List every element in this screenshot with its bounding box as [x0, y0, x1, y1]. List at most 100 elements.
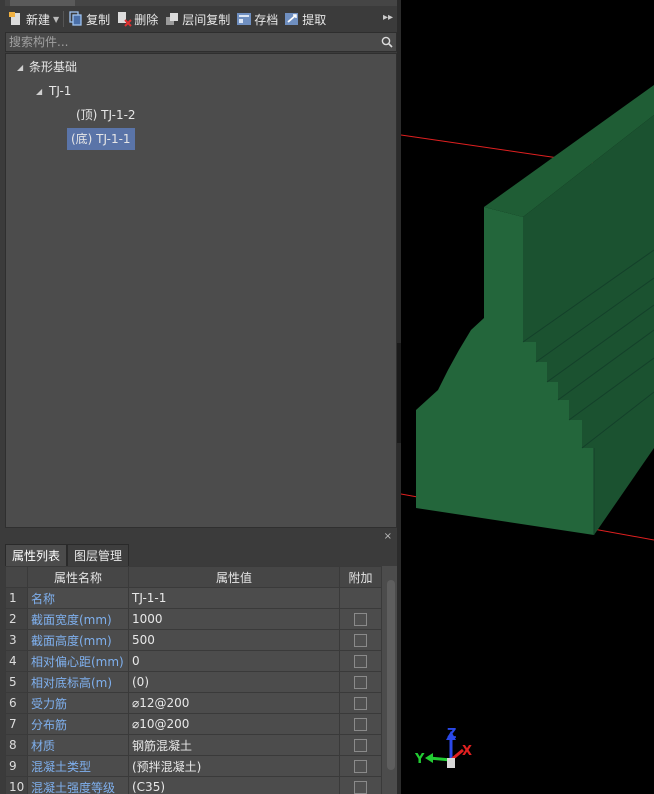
property-name: 名称 [27, 587, 129, 609]
tree-leaf-bottom-selected[interactable]: (底) TJ-1-1 [67, 128, 135, 150]
extra-checkbox[interactable] [354, 676, 367, 689]
floor-copy-icon [166, 13, 179, 25]
row-index: 10 [5, 776, 28, 794]
header-extra: 附加 [339, 566, 382, 588]
property-value[interactable]: 500 [128, 629, 340, 651]
toolbar-overflow-icon[interactable]: ▸▸ [383, 12, 393, 23]
table-row[interactable]: 1 名称 TJ-1-1 [5, 587, 382, 609]
collapse-arrow-icon[interactable]: ◢ [17, 63, 23, 72]
extract-button[interactable]: 提取 [281, 7, 329, 31]
row-index: 1 [5, 587, 28, 609]
property-value[interactable]: 钢筋混凝土 [128, 734, 340, 756]
property-name: 截面高度(mm) [27, 629, 129, 651]
left-panel: 新建 ▼ 复制 删除 层间复制 存档 提取 ▸▸ 搜索构件... ◢ 条形基础 … [0, 0, 400, 794]
property-name: 分布筋 [27, 713, 129, 735]
table-header-row: 属性名称 属性值 附加 [5, 566, 382, 588]
header-index [5, 566, 28, 588]
extra-checkbox[interactable] [354, 697, 367, 710]
axis-origin-cube [447, 758, 455, 768]
search-input[interactable] [6, 35, 378, 49]
archive-icon [237, 13, 252, 25]
axis-y-arrow [425, 753, 433, 763]
property-value[interactable]: ⌀10@200 [128, 713, 340, 735]
table-row[interactable]: 9 混凝土类型 (预拌混凝土) [5, 755, 382, 777]
axis-x-label: X [462, 744, 472, 759]
properties-panel-header: × [5, 531, 397, 544]
extra-cell [339, 671, 382, 693]
row-index: 3 [5, 629, 28, 651]
save-label: 存档 [254, 12, 279, 27]
extra-cell [339, 629, 382, 651]
extra-checkbox[interactable] [354, 739, 367, 752]
viewport-canvas: Z X Y [400, 85, 654, 768]
property-name: 相对偏心距(mm) [27, 650, 129, 672]
table-row[interactable]: 7 分布筋 ⌀10@200 [5, 713, 382, 735]
properties-table: 属性名称 属性值 附加 1 名称 TJ-1-1 2 截面宽度(mm) 1000 3 截面高度(… [5, 566, 382, 794]
component-tree: ◢ 条形基础 ◢ TJ-1 (顶) TJ-1-2 (底) TJ-1-1 [5, 53, 397, 528]
table-row[interactable]: 10 混凝土强度等级 (C35) [5, 776, 382, 794]
property-value[interactable]: ⌀12@200 [128, 692, 340, 714]
tab-properties[interactable]: 属性列表 [5, 544, 68, 566]
extra-cell [339, 713, 382, 735]
collapse-arrow-icon[interactable]: ◢ [36, 87, 42, 96]
copy-button[interactable]: 复制 [65, 7, 113, 31]
property-value[interactable]: 0 [128, 650, 340, 672]
tree-node-tj-1[interactable]: TJ-1 [49, 80, 71, 102]
table-row[interactable]: 8 材质 钢筋混凝土 [5, 734, 382, 756]
property-value[interactable]: TJ-1-1 [128, 587, 340, 609]
floor-copy-button[interactable]: 层间复制 [161, 7, 233, 31]
floor-copy-label: 层间复制 [182, 12, 231, 27]
tab-layers[interactable]: 图层管理 [67, 544, 130, 566]
tree-leaf-top[interactable]: (顶) TJ-1-2 [72, 104, 140, 126]
table-row[interactable]: 5 相对底标高(m) (0) [5, 671, 382, 693]
extra-checkbox[interactable] [354, 613, 367, 626]
row-index: 6 [5, 692, 28, 714]
property-value[interactable]: (C35) [128, 776, 340, 794]
search-bar [5, 32, 397, 52]
new-button[interactable]: 新建 ▼ [5, 7, 62, 31]
property-name: 材质 [27, 734, 129, 756]
vertical-scrollbar[interactable] [387, 580, 395, 770]
row-index: 5 [5, 671, 28, 693]
3d-viewport[interactable]: Z X Y [400, 0, 654, 794]
delete-label: 删除 [134, 12, 159, 27]
table-row[interactable]: 2 截面宽度(mm) 1000 [5, 608, 382, 630]
extra-cell [339, 755, 382, 777]
axis-z-label: Z [447, 727, 456, 742]
properties-grid: 属性名称 属性值 附加 1 名称 TJ-1-1 2 截面宽度(mm) 1000 3 截面高度(… [5, 566, 397, 794]
property-value[interactable]: (预拌混凝土) [128, 755, 340, 777]
search-icon[interactable] [378, 33, 396, 51]
extra-checkbox[interactable] [354, 718, 367, 731]
copy-icon [69, 11, 82, 26]
delete-button[interactable]: 删除 [113, 7, 161, 31]
property-name: 混凝土强度等级 [27, 776, 129, 794]
axis-y-label: Y [414, 752, 425, 767]
extra-cell [339, 734, 382, 756]
property-value[interactable]: (0) [128, 671, 340, 693]
new-dropdown-icon[interactable]: ▼ [53, 15, 59, 24]
row-index: 2 [5, 608, 28, 630]
toolbar: 新建 ▼ 复制 删除 层间复制 存档 提取 ▸▸ [5, 6, 397, 32]
table-row[interactable]: 4 相对偏心距(mm) 0 [5, 650, 382, 672]
copy-label: 复制 [86, 12, 111, 27]
extra-checkbox[interactable] [354, 760, 367, 773]
close-icon[interactable]: × [384, 531, 392, 542]
header-value: 属性值 [128, 566, 340, 588]
tree-node-strip-foundation[interactable]: 条形基础 [29, 56, 77, 78]
table-row[interactable]: 6 受力筋 ⌀12@200 [5, 692, 382, 714]
table-row[interactable]: 3 截面高度(mm) 500 [5, 629, 382, 651]
save-button[interactable]: 存档 [233, 7, 281, 31]
property-name: 截面宽度(mm) [27, 608, 129, 630]
row-index: 8 [5, 734, 28, 756]
extract-icon [285, 13, 299, 25]
property-name: 相对底标高(m) [27, 671, 129, 693]
extra-checkbox[interactable] [354, 655, 367, 668]
extra-checkbox[interactable] [354, 781, 367, 794]
bottom-tabs: 属性列表 图层管理 [5, 544, 397, 566]
extra-cell [339, 587, 382, 609]
extra-cell [339, 650, 382, 672]
header-name: 属性名称 [27, 566, 129, 588]
extra-cell [339, 776, 382, 794]
property-value[interactable]: 1000 [128, 608, 340, 630]
extra-checkbox[interactable] [354, 634, 367, 647]
